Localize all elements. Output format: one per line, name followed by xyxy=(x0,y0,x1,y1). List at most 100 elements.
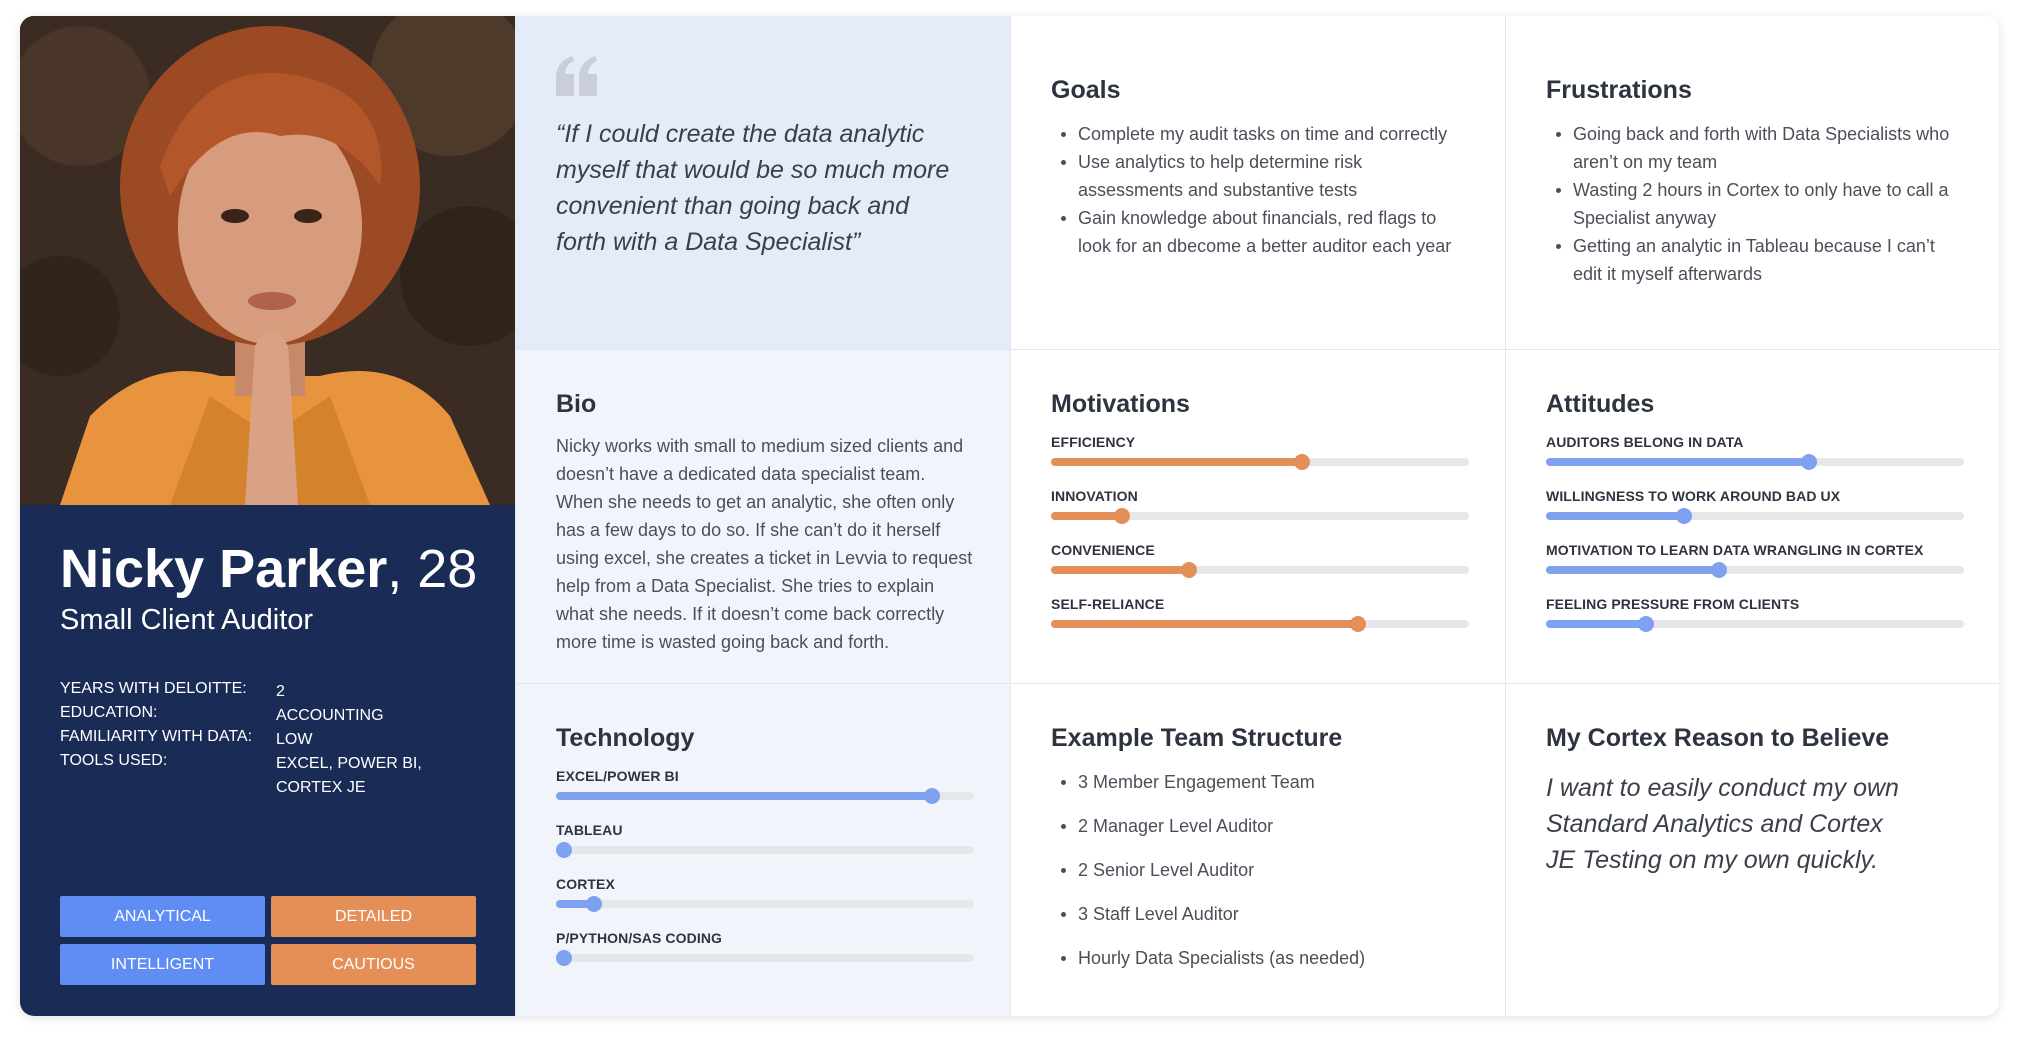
attitude-slider: AUDITORS BELONG IN DATA xyxy=(1546,434,1964,474)
team-list: 3 Member Engagement Team 2 Manager Level… xyxy=(1051,768,1471,988)
trait-tag: ANALYTICAL xyxy=(60,896,265,937)
persona-age: , 28 xyxy=(387,539,478,599)
motivation-slider: CONVENIENCE xyxy=(1051,542,1469,582)
slider-fill xyxy=(1546,620,1646,628)
slider-track xyxy=(1051,508,1469,524)
slider-fill xyxy=(1051,566,1189,574)
fact-key: TOOLS USED: xyxy=(60,752,168,769)
slider-label: CORTEX xyxy=(556,876,615,892)
persona-name-line: Nicky Parker, 28 xyxy=(60,538,477,600)
slider-track xyxy=(556,842,974,858)
fact-value: LOW xyxy=(276,731,313,748)
bio-section: Bio Nicky works with small to medium siz… xyxy=(515,350,1010,684)
slider-label: MOTIVATION TO LEARN DATA WRANGLING IN CO… xyxy=(1546,542,1924,558)
fact-key: FAMILIARITY WITH DATA: xyxy=(60,728,253,745)
slider-knob xyxy=(556,950,572,966)
slider-knob xyxy=(924,788,940,804)
goals-list: Complete my audit tasks on time and corr… xyxy=(1051,120,1471,260)
section-title: Attitudes xyxy=(1546,390,1655,418)
slider-knob xyxy=(586,896,602,912)
attitude-slider: MOTIVATION TO LEARN DATA WRANGLING IN CO… xyxy=(1546,542,1964,582)
slider-fill xyxy=(1546,566,1719,574)
slider-knob xyxy=(1801,454,1817,470)
list-item: Gain knowledge about financials, red fla… xyxy=(1051,204,1471,260)
motivations-section: Motivations EFFICIENCY INNOVATION CONVEN… xyxy=(1010,350,1505,684)
section-title: Frustrations xyxy=(1546,76,1692,104)
fact-value: EXCEL, POWER BI, CORTEX JE xyxy=(276,755,422,796)
slider-track xyxy=(1546,508,1964,524)
slider-knob xyxy=(1676,508,1692,524)
list-item: Hourly Data Specialists (as needed) xyxy=(1051,944,1471,972)
slider-label: P/PYTHON/SAS CODING xyxy=(556,930,723,946)
quote-icon xyxy=(556,56,597,96)
technology-slider: P/PYTHON/SAS CODING xyxy=(556,930,974,970)
list-item: Going back and forth with Data Specialis… xyxy=(1546,120,1966,176)
slider-fill xyxy=(1546,512,1684,520)
list-item: 2 Senior Level Auditor xyxy=(1051,856,1471,884)
attitudes-section: Attitudes AUDITORS BELONG IN DATA WILLIN… xyxy=(1505,350,1999,684)
slider-track xyxy=(556,896,974,912)
technology-slider: TABLEAU xyxy=(556,822,974,862)
trait-tags: ANALYTICAL DETAILED INTELLIGENT CAUTIOUS xyxy=(60,896,476,988)
motivation-slider: EFFICIENCY xyxy=(1051,434,1469,474)
quote-section: “If I could create the data analytic mys… xyxy=(515,16,1010,350)
list-item: 3 Staff Level Auditor xyxy=(1051,900,1471,928)
slider-fill xyxy=(1051,458,1302,466)
goals-section: Goals Complete my audit tasks on time an… xyxy=(1010,16,1505,350)
technology-slider: CORTEX xyxy=(556,876,974,916)
reason-to-believe-section: My Cortex Reason to Believe I want to ea… xyxy=(1505,684,1999,1016)
technology-slider: EXCEL/POWER BI xyxy=(556,768,974,808)
list-item: 3 Member Engagement Team xyxy=(1051,768,1471,796)
slider-fill xyxy=(556,792,932,800)
section-title: Motivations xyxy=(1051,390,1190,418)
slider-fill xyxy=(1051,512,1122,520)
slider-label: WILLINGNESS TO WORK AROUND BAD UX xyxy=(1546,488,1841,504)
motivation-slider: SELF-RELIANCE xyxy=(1051,596,1469,636)
persona-name: Nicky Parker xyxy=(60,539,388,599)
slider-label: FEELING PRESSURE FROM CLIENTS xyxy=(1546,596,1800,612)
persona-photo xyxy=(20,16,515,505)
slider-label: AUDITORS BELONG IN DATA xyxy=(1546,434,1744,450)
fact-key: YEARS WITH DELOITTE: xyxy=(60,680,247,697)
slider-label: INNOVATION xyxy=(1051,488,1138,504)
slider-label: TABLEAU xyxy=(556,822,623,838)
frustrations-section: Frustrations Going back and forth with D… xyxy=(1505,16,1999,350)
fact-value: ACCOUNTING xyxy=(276,707,384,724)
slider-track xyxy=(1051,616,1469,632)
slider-track xyxy=(1051,454,1469,470)
team-structure-section: Example Team Structure 3 Member Engageme… xyxy=(1010,684,1505,1016)
slider-track xyxy=(1051,562,1469,578)
bio-text: Nicky works with small to medium sized c… xyxy=(556,436,973,652)
attitude-slider: FEELING PRESSURE FROM CLIENTS xyxy=(1546,596,1964,636)
trait-tag: DETAILED xyxy=(271,896,476,937)
fact-key: EDUCATION: xyxy=(60,704,158,721)
trait-tag: CAUTIOUS xyxy=(271,944,476,985)
slider-knob xyxy=(556,842,572,858)
section-title: Goals xyxy=(1051,76,1121,104)
trait-tag: INTELLIGENT xyxy=(60,944,265,985)
slider-track xyxy=(1546,562,1964,578)
fact-value: 2 xyxy=(276,683,285,700)
list-item: Wasting 2 hours in Cortex to only have t… xyxy=(1546,176,1966,232)
slider-label: EXCEL/POWER BI xyxy=(556,768,679,784)
section-title: Technology xyxy=(556,724,695,752)
slider-label: CONVENIENCE xyxy=(1051,542,1155,558)
section-title: Example Team Structure xyxy=(1051,724,1343,752)
slider-label: EFFICIENCY xyxy=(1051,434,1136,450)
list-item: Use analytics to help determine risk ass… xyxy=(1051,148,1471,204)
slider-knob xyxy=(1711,562,1727,578)
frustrations-list: Going back and forth with Data Specialis… xyxy=(1546,120,1966,288)
slider-knob xyxy=(1638,616,1654,632)
technology-section: Technology EXCEL/POWER BI TABLEAU CORTEX… xyxy=(515,684,1010,1016)
slider-track xyxy=(1546,616,1964,632)
persona-quote: “If I could create the data analytic mys… xyxy=(556,120,950,256)
slider-knob xyxy=(1350,616,1366,632)
slider-track xyxy=(556,788,974,804)
list-item: Complete my audit tasks on time and corr… xyxy=(1051,120,1471,148)
section-title: My Cortex Reason to Believe xyxy=(1546,724,1890,752)
slider-track xyxy=(556,950,974,966)
slider-knob xyxy=(1181,562,1197,578)
list-item: 2 Manager Level Auditor xyxy=(1051,812,1471,840)
reason-text: I want to easily conduct my own Standard… xyxy=(1546,774,1899,874)
list-item: Getting an analytic in Tableau because I… xyxy=(1546,232,1966,288)
